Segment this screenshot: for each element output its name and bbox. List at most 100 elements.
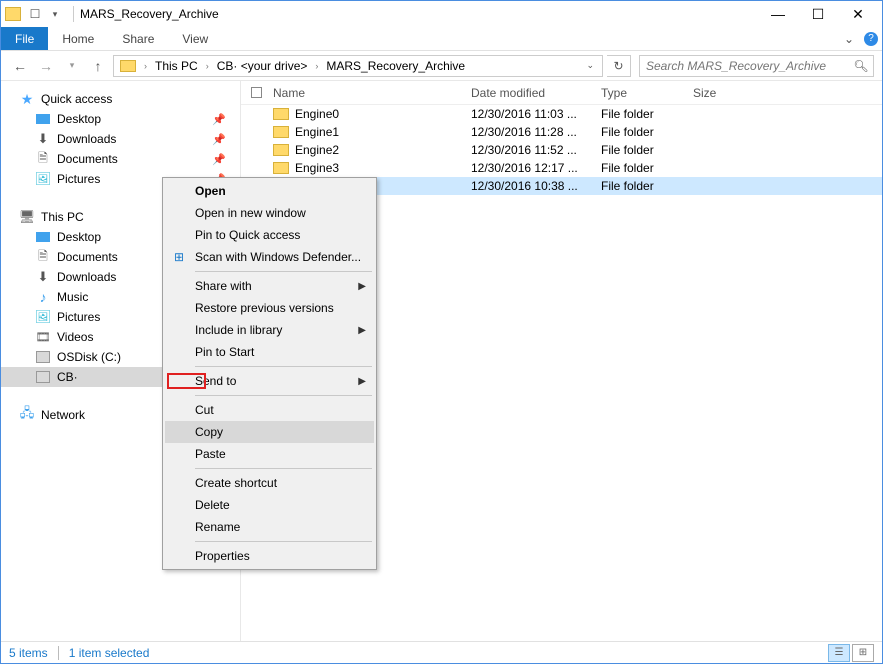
chevron-right-icon: ▶: [358, 281, 366, 292]
help-button[interactable]: ?: [860, 27, 882, 50]
breadcrumb-item[interactable]: CB· <your drive>: [213, 56, 312, 76]
forward-button[interactable]: →: [35, 55, 57, 77]
sidebar-label: CB·: [57, 370, 78, 384]
disk-icon: [35, 370, 51, 384]
menu-separator: [195, 395, 372, 396]
folder-icon: [120, 60, 136, 72]
pic-icon: 🖼: [35, 310, 51, 324]
folder-icon: [273, 126, 289, 138]
disk-icon: [35, 350, 51, 364]
up-button[interactable]: ↑: [87, 55, 109, 77]
menu-open[interactable]: Open: [165, 180, 374, 202]
address-bar[interactable]: › This PC › CB· <your drive> › MARS_Reco…: [113, 55, 603, 77]
back-button[interactable]: ←: [9, 55, 31, 77]
sidebar-item[interactable]: 🗎Documents📌: [1, 149, 240, 169]
menu-copy[interactable]: Copy: [165, 421, 374, 443]
menu-create-shortcut[interactable]: Create shortcut: [165, 472, 374, 494]
sidebar-label: Network: [41, 408, 85, 422]
sidebar-label: OSDisk (C:): [57, 350, 121, 364]
menu-cut[interactable]: Cut: [165, 399, 374, 421]
menu-open-new-window[interactable]: Open in new window: [165, 202, 374, 224]
search-box[interactable]: 🔍︎: [639, 55, 874, 77]
menu-separator: [195, 468, 372, 469]
pin-icon: 📌: [212, 153, 226, 166]
menu-restore-previous[interactable]: Restore previous versions: [165, 297, 374, 319]
file-date: 12/30/2016 11:28 ...: [471, 125, 601, 139]
desktop-icon: [35, 230, 51, 244]
file-date: 12/30/2016 10:38 ...: [471, 179, 601, 193]
pic-icon: 🖼: [35, 172, 51, 186]
ribbon-tabs: File Home Share View ⌄ ?: [1, 27, 882, 51]
menu-paste[interactable]: Paste: [165, 443, 374, 465]
column-headers: Name Date modified Type Size: [241, 81, 882, 105]
file-name: Engine1: [295, 125, 339, 139]
chevron-right-icon[interactable]: ›: [202, 61, 213, 71]
sidebar-quick-access[interactable]: ★ Quick access: [1, 89, 240, 109]
divider: [58, 646, 59, 660]
minimize-button[interactable]: —: [758, 1, 798, 27]
down-icon: ⬇: [35, 132, 51, 146]
recent-dropdown[interactable]: ▾: [61, 55, 83, 77]
view-details-button[interactable]: ☰: [828, 644, 850, 662]
menu-pin-quick-access[interactable]: Pin to Quick access: [165, 224, 374, 246]
file-row[interactable]: Engine1 12/30/2016 11:28 ...File folder: [241, 123, 882, 141]
menu-properties[interactable]: Properties: [165, 545, 374, 567]
breadcrumb-item[interactable]: This PC: [151, 56, 202, 76]
search-icon[interactable]: 🔍︎: [849, 59, 873, 73]
file-row[interactable]: Engine012/30/2016 11:03 ...File folder: [241, 105, 882, 123]
menu-pin-start[interactable]: Pin to Start: [165, 341, 374, 363]
column-checkbox[interactable]: [241, 87, 271, 98]
menu-include-library[interactable]: Include in library▶: [165, 319, 374, 341]
menu-separator: [195, 271, 372, 272]
file-tab[interactable]: File: [1, 27, 48, 50]
refresh-button[interactable]: ↻: [607, 55, 631, 77]
menu-delete[interactable]: Delete: [165, 494, 374, 516]
tab-home[interactable]: Home: [48, 27, 108, 50]
desktop-icon: [35, 112, 51, 126]
qat-dropdown-icon[interactable]: ▾: [47, 6, 63, 22]
file-row[interactable]: Engine212/30/2016 11:52 ...File folder: [241, 141, 882, 159]
tab-share[interactable]: Share: [108, 27, 168, 50]
tab-view[interactable]: View: [168, 27, 222, 50]
folder-icon: [5, 7, 21, 21]
sidebar-label: Downloads: [57, 132, 116, 146]
star-icon: ★: [19, 92, 35, 106]
status-item-count: 5 items: [9, 646, 48, 660]
file-name: Engine2: [295, 143, 339, 157]
title-bar: ☐ ▾ MARS_Recovery_Archive — ☐ ✕: [1, 1, 882, 27]
menu-send-to[interactable]: Send to▶: [165, 370, 374, 392]
menu-rename[interactable]: Rename: [165, 516, 374, 538]
ribbon-expand-icon[interactable]: ⌄: [838, 27, 860, 50]
column-type[interactable]: Type: [601, 86, 693, 100]
qat-save-icon[interactable]: ☐: [27, 6, 43, 22]
column-date[interactable]: Date modified: [471, 86, 601, 100]
sidebar-item[interactable]: Desktop📌: [1, 109, 240, 129]
network-icon: 🖧: [19, 408, 35, 422]
music-icon: ♪: [35, 290, 51, 304]
shield-icon: ⊞: [171, 249, 187, 265]
address-dropdown-icon[interactable]: ⌄: [580, 60, 600, 71]
maximize-button[interactable]: ☐: [798, 1, 838, 27]
file-row[interactable]: Engine312/30/2016 12:17 ...File folder: [241, 159, 882, 177]
search-input[interactable]: [640, 59, 849, 73]
menu-scan-defender[interactable]: ⊞ Scan with Windows Defender...: [165, 246, 374, 268]
file-name: Engine3: [295, 161, 339, 175]
sidebar-label: Desktop: [57, 230, 101, 244]
sidebar-item[interactable]: ⬇Downloads📌: [1, 129, 240, 149]
chevron-right-icon[interactable]: ›: [311, 61, 322, 71]
breadcrumb-item[interactable]: MARS_Recovery_Archive: [322, 56, 469, 76]
doc-icon: 🗎: [35, 152, 51, 166]
sidebar-label: Quick access: [41, 92, 112, 106]
column-size[interactable]: Size: [693, 86, 773, 100]
sidebar-label: Desktop: [57, 112, 101, 126]
folder-icon: [273, 144, 289, 156]
sidebar-label: Pictures: [57, 310, 100, 324]
menu-share-with[interactable]: Share with▶: [165, 275, 374, 297]
view-thumbnails-button[interactable]: ⊞: [852, 644, 874, 662]
chevron-right-icon[interactable]: ›: [140, 61, 151, 71]
column-name[interactable]: Name: [271, 86, 471, 100]
context-menu: Open Open in new window Pin to Quick acc…: [162, 177, 377, 570]
file-type: File folder: [601, 125, 693, 139]
close-button[interactable]: ✕: [838, 1, 878, 27]
doc-icon: 🗎: [35, 250, 51, 264]
